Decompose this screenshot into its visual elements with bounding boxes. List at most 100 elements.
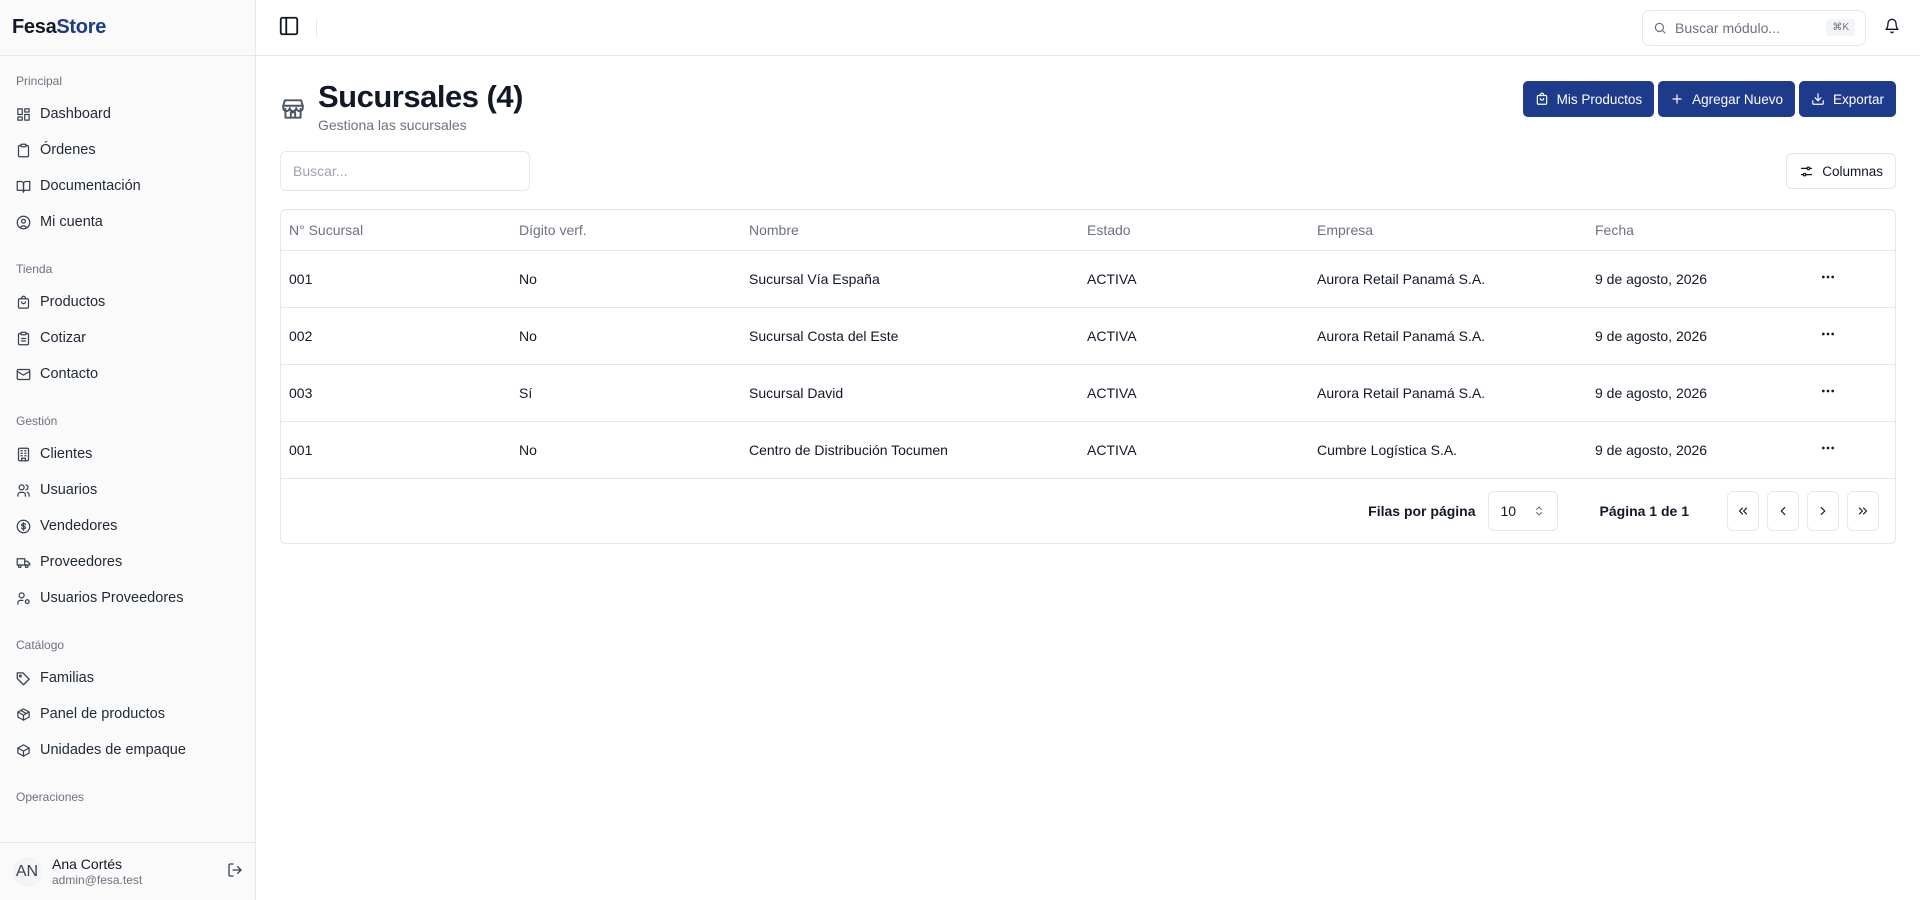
- table-cell: No: [511, 421, 741, 479]
- sidebar-item-familias[interactable]: Familias: [0, 660, 255, 696]
- table-cell: 9 de agosto, 2026: [1587, 364, 1812, 422]
- column-header[interactable]: Fecha: [1587, 210, 1812, 251]
- table-cell: Aurora Retail Panamá S.A.: [1309, 250, 1587, 308]
- column-header[interactable]: Dígito verf.: [511, 210, 741, 251]
- sidebar-item-clientes[interactable]: Clientes: [0, 436, 255, 472]
- table-cell: 9 de agosto, 2026: [1587, 307, 1812, 365]
- sidebar-item-ordenes[interactable]: Órdenes: [0, 132, 255, 168]
- row-actions-cell: [1812, 364, 1895, 422]
- row-actions-button[interactable]: [1820, 386, 1836, 402]
- header-actions: Mis Productos Agregar Nuevo Exportar: [1522, 81, 1896, 117]
- table-row[interactable]: 001 No Sucursal Vía España ACTIVA Aurora Ret…: [281, 250, 1895, 308]
- sidebar-item-contacto[interactable]: Contacto: [0, 356, 255, 392]
- table-cell: Sí: [511, 364, 741, 422]
- sidebar-item-mi-cuenta[interactable]: Mi cuenta: [0, 204, 255, 240]
- download-icon: [1812, 93, 1824, 105]
- sidebar-item-unidades-de-empaque[interactable]: Unidades de empaque: [0, 732, 255, 768]
- more-horizontal-icon: [1822, 446, 1834, 450]
- sidebar-item-label: Mi cuenta: [40, 214, 103, 230]
- shopping-bag-icon: [17, 295, 30, 309]
- logout-button[interactable]: [227, 862, 243, 881]
- sidebar-item-label: Órdenes: [40, 142, 96, 158]
- table-cell: 002: [281, 307, 511, 365]
- logout-icon: [228, 863, 242, 877]
- sidebar-item-documentacion[interactable]: Documentación: [0, 168, 255, 204]
- module-search-input[interactable]: Buscar módulo... ⌘K: [1642, 9, 1866, 46]
- sidebar-item-proveedores[interactable]: Proveedores: [0, 544, 255, 580]
- columns-button[interactable]: Columnas: [1786, 153, 1896, 190]
- sidebar-item-productos[interactable]: Productos: [0, 284, 255, 320]
- table-body: 001 No Sucursal Vía España ACTIVA Aurora Ret…: [281, 250, 1895, 479]
- tags-icon: [16, 671, 30, 685]
- sidebar-item-label: Unidades de empaque: [40, 742, 186, 758]
- column-header[interactable]: Nombre: [741, 210, 1079, 251]
- column-header[interactable]: N° Sucursal: [281, 210, 511, 251]
- page-size-select[interactable]: 10: [1487, 490, 1558, 531]
- export-button[interactable]: Exportar: [1798, 81, 1896, 117]
- sidebar-item-panel-de-productos[interactable]: Panel de productos: [0, 696, 255, 732]
- sidebar-item-label: Usuarios: [40, 482, 98, 498]
- users-icon: [17, 483, 30, 497]
- table-cell: 9 de agosto, 2026: [1587, 421, 1812, 479]
- next-page-button[interactable]: [1807, 490, 1839, 531]
- my-products-button[interactable]: Mis Productos: [1522, 81, 1655, 117]
- sidebar-item-label: Contacto: [40, 366, 99, 382]
- row-actions-button[interactable]: [1820, 272, 1836, 288]
- table-search-input[interactable]: [280, 151, 530, 192]
- table-cell: 9 de agosto, 2026: [1587, 250, 1812, 308]
- column-header[interactable]: Empresa: [1309, 210, 1587, 251]
- page-size-value: 10: [1500, 502, 1517, 519]
- box-icon: [17, 743, 30, 757]
- sidebar-item-cotizar[interactable]: Cotizar: [0, 320, 255, 356]
- sidebar-item-label: Documentación: [40, 178, 141, 194]
- table-row[interactable]: 003 Sí Sucursal David ACTIVA Aurora Retail P…: [281, 364, 1895, 422]
- brand-logo[interactable]: Fesa Store: [0, 0, 255, 56]
- add-new-button[interactable]: Agregar Nuevo: [1658, 81, 1795, 117]
- column-header[interactable]: Estado: [1079, 210, 1309, 251]
- rows-per-page-label: Filas por página: [1368, 502, 1476, 519]
- table-cell: ACTIVA: [1079, 421, 1309, 479]
- row-actions-button[interactable]: [1820, 329, 1836, 345]
- sidebar-item-usuarios[interactable]: Usuarios: [0, 472, 255, 508]
- nav-group: Operaciones: [0, 786, 255, 808]
- last-page-button[interactable]: [1847, 490, 1879, 531]
- sidebar-toggle-button[interactable]: [278, 15, 300, 40]
- sidebar-nav: Principal Dashboard Órdenes Documentación Mi…: [0, 56, 255, 900]
- sidebar-item-vendedores[interactable]: Vendedores: [0, 508, 255, 544]
- prev-page-button[interactable]: [1767, 490, 1799, 531]
- truck-icon: [16, 557, 31, 568]
- sidebar-item-label: Panel de productos: [40, 706, 165, 722]
- brand-part-2: Store: [56, 16, 107, 38]
- row-actions-button[interactable]: [1820, 443, 1836, 459]
- building-icon: [17, 447, 30, 461]
- page-header: Sucursales (4) Gestiona las sucursales M…: [280, 78, 1896, 133]
- nav-group-label: Catálogo: [16, 638, 65, 652]
- bell-icon: [1885, 18, 1899, 34]
- user-email: admin@fesa.test: [52, 872, 143, 887]
- sidebar-item-label: Cotizar: [40, 330, 86, 346]
- sidebar-item-label: Familias: [40, 670, 94, 686]
- page-subtitle: Gestiona las sucursales: [318, 117, 467, 134]
- package-icon: [17, 707, 30, 721]
- brand-part-1: Fesa: [12, 16, 57, 38]
- table-cell: ACTIVA: [1079, 250, 1309, 308]
- table-row[interactable]: 002 No Sucursal Costa del Este ACTIVA Aurora…: [281, 307, 1895, 365]
- sidebar-item-dashboard[interactable]: Dashboard: [0, 96, 255, 132]
- row-actions-cell: [1812, 250, 1895, 308]
- clipboard-icon: [17, 143, 30, 157]
- table-row[interactable]: 001 No Centro de Distribución Tocumen ACTIV…: [281, 421, 1895, 479]
- page-title: Sucursales (4): [318, 79, 523, 114]
- user-name: Ana Cortés: [52, 855, 123, 872]
- sidebar-item-usuarios-proveedores[interactable]: Usuarios Proveedores: [0, 580, 255, 616]
- notifications-button[interactable]: [1884, 18, 1900, 37]
- first-page-button[interactable]: [1727, 490, 1759, 531]
- avatar[interactable]: AN: [12, 856, 42, 887]
- chevrons-right-icon: [1858, 507, 1868, 515]
- nav-group-label: Operaciones: [16, 790, 85, 804]
- panel-left-icon: [279, 16, 299, 36]
- nav-group: Gestión Clientes Usuarios Vendedores Proveed…: [0, 410, 255, 616]
- chevrons-up-down-icon: [1535, 505, 1542, 516]
- table-cell: ACTIVA: [1079, 307, 1309, 365]
- module-search-placeholder: Buscar módulo...: [1675, 19, 1781, 36]
- table-cell: No: [511, 250, 741, 308]
